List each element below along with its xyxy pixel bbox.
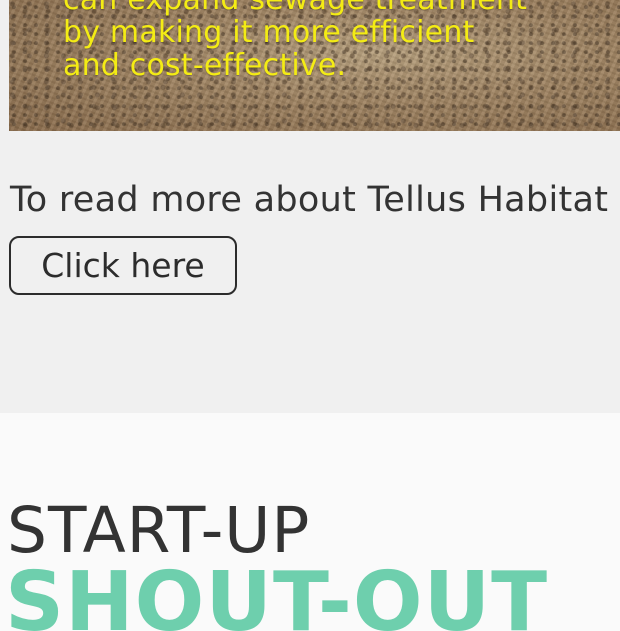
section-title: SHOUT-OUT (5, 555, 549, 631)
hero-image: can expand sewage treatment by making it… (9, 0, 620, 131)
read-more-section: To read more about Tellus Habitat Click … (0, 131, 620, 413)
hero-caption-line: and cost-effective. (63, 48, 347, 83)
startup-shoutout-section: START-UP SHOUT-OUT (0, 413, 620, 631)
hero-caption-line: can expand sewage treatment (63, 0, 527, 16)
read-more-text: To read more about Tellus Habitat (10, 180, 609, 220)
hero-caption: can expand sewage treatment by making it… (63, 0, 527, 82)
hero-caption-line: by making it more efficient (63, 15, 475, 50)
click-here-button[interactable]: Click here (9, 236, 237, 295)
